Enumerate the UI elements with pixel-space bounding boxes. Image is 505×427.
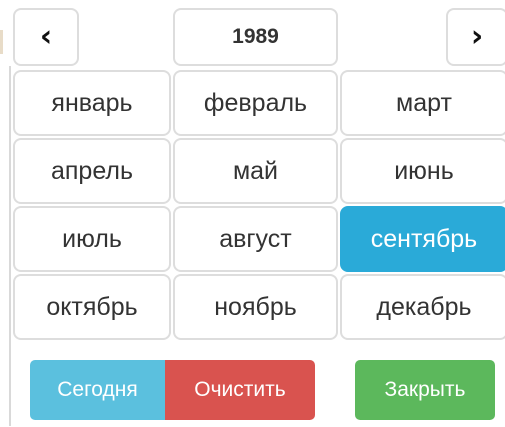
month-cell-october[interactable]: октябрь bbox=[13, 274, 171, 340]
month-picker: ‹ 1989 › январь февраль март апрель май … bbox=[0, 0, 505, 427]
month-cell-august[interactable]: август bbox=[173, 206, 338, 272]
month-cell-july[interactable]: июль bbox=[13, 206, 171, 272]
clear-button[interactable]: Очистить bbox=[165, 360, 315, 420]
prev-year-button[interactable]: ‹ bbox=[13, 8, 79, 66]
month-cell-march[interactable]: март bbox=[340, 70, 505, 136]
month-cell-may[interactable]: май bbox=[173, 138, 338, 204]
chevron-right-icon: › bbox=[470, 19, 484, 54]
next-year-button[interactable]: › bbox=[446, 8, 505, 66]
month-cell-june[interactable]: июнь bbox=[340, 138, 505, 204]
chevron-left-icon: ‹ bbox=[39, 19, 53, 54]
month-cell-january[interactable]: январь bbox=[13, 70, 171, 136]
edge-divider bbox=[9, 66, 11, 426]
month-cell-september[interactable]: сентябрь bbox=[340, 206, 505, 272]
today-button[interactable]: Сегодня bbox=[30, 360, 165, 420]
edge-mark bbox=[0, 30, 3, 54]
year-label: 1989 bbox=[232, 25, 279, 48]
month-cell-november[interactable]: ноябрь bbox=[173, 274, 338, 340]
year-switch-button[interactable]: 1989 bbox=[173, 8, 338, 66]
month-cell-february[interactable]: февраль bbox=[173, 70, 338, 136]
close-button[interactable]: Закрыть bbox=[355, 360, 495, 420]
month-cell-december[interactable]: декабрь bbox=[340, 274, 505, 340]
month-cell-april[interactable]: апрель bbox=[13, 138, 171, 204]
